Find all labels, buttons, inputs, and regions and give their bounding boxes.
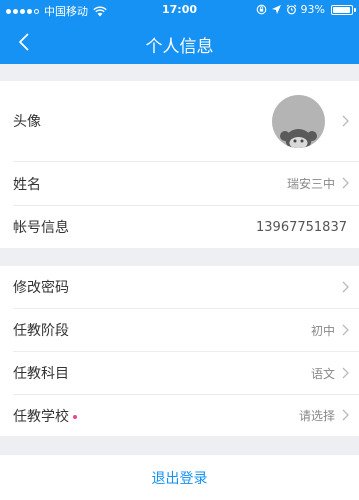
- teaching-stage-value: 初中: [310, 323, 335, 338]
- account-label: 帐号信息: [13, 220, 69, 236]
- teaching-school-value: 请选择: [298, 409, 335, 423]
- avatar-label: 头像: [13, 114, 41, 130]
- chevron-right-icon: [342, 324, 349, 336]
- teaching-stage-row[interactable]: 任教阶段 初中: [0, 309, 359, 351]
- teaching-subject-row[interactable]: 任教科目 语文: [0, 352, 359, 394]
- teaching-school-label-wrap: 任教学校: [13, 406, 77, 426]
- chevron-right-icon: [342, 281, 349, 293]
- logout-button[interactable]: 退出登录: [0, 455, 359, 500]
- chevron-right-icon: [342, 409, 349, 421]
- status-bar: 中国移动 17:00 93%: [0, 0, 359, 20]
- rotation-lock-icon: [256, 4, 266, 15]
- required-dot-icon: [73, 414, 77, 419]
- chevron-right-icon: [342, 367, 349, 379]
- profile-section: 头像 姓名 瑞安三中 帐号信息 13967751837: [0, 81, 359, 248]
- change-password-row[interactable]: 修改密码: [0, 266, 359, 308]
- settings-section: 修改密码 任教阶段 初中 任教科目 语文 任教学校 请选择: [0, 266, 359, 436]
- alarm-icon: [286, 4, 296, 15]
- name-value: 瑞安三中: [286, 177, 335, 191]
- monkey-avatar-icon: [280, 129, 317, 148]
- chevron-right-icon: [342, 115, 349, 127]
- teaching-subject-label: 任教科目: [13, 366, 69, 382]
- status-right: 93%: [256, 3, 356, 16]
- account-row: 帐号信息 13967751837: [0, 206, 359, 248]
- nav-bar: 个人信息: [0, 20, 359, 64]
- name-label: 姓名: [13, 176, 41, 193]
- battery-level: [333, 6, 350, 13]
- change-password-label: 修改密码: [13, 280, 69, 296]
- logout-label: 退出登录: [151, 470, 208, 487]
- name-row[interactable]: 姓名 瑞安三中: [0, 162, 359, 205]
- account-value: 13967751837: [256, 219, 347, 235]
- battery-percent: 93%: [300, 3, 325, 16]
- page-title: 个人信息: [145, 37, 214, 57]
- avatar[interactable]: [272, 95, 325, 148]
- chevron-right-icon: [342, 177, 349, 189]
- teaching-subject-value: 语文: [310, 366, 335, 381]
- location-arrow-icon: [271, 5, 281, 14]
- avatar-row[interactable]: 头像: [0, 81, 359, 161]
- teaching-school-row[interactable]: 任教学校 请选择: [0, 395, 359, 436]
- battery-icon: [331, 4, 356, 15]
- teaching-stage-label: 任教阶段: [13, 323, 69, 339]
- teaching-school-label: 任教学校: [13, 408, 69, 425]
